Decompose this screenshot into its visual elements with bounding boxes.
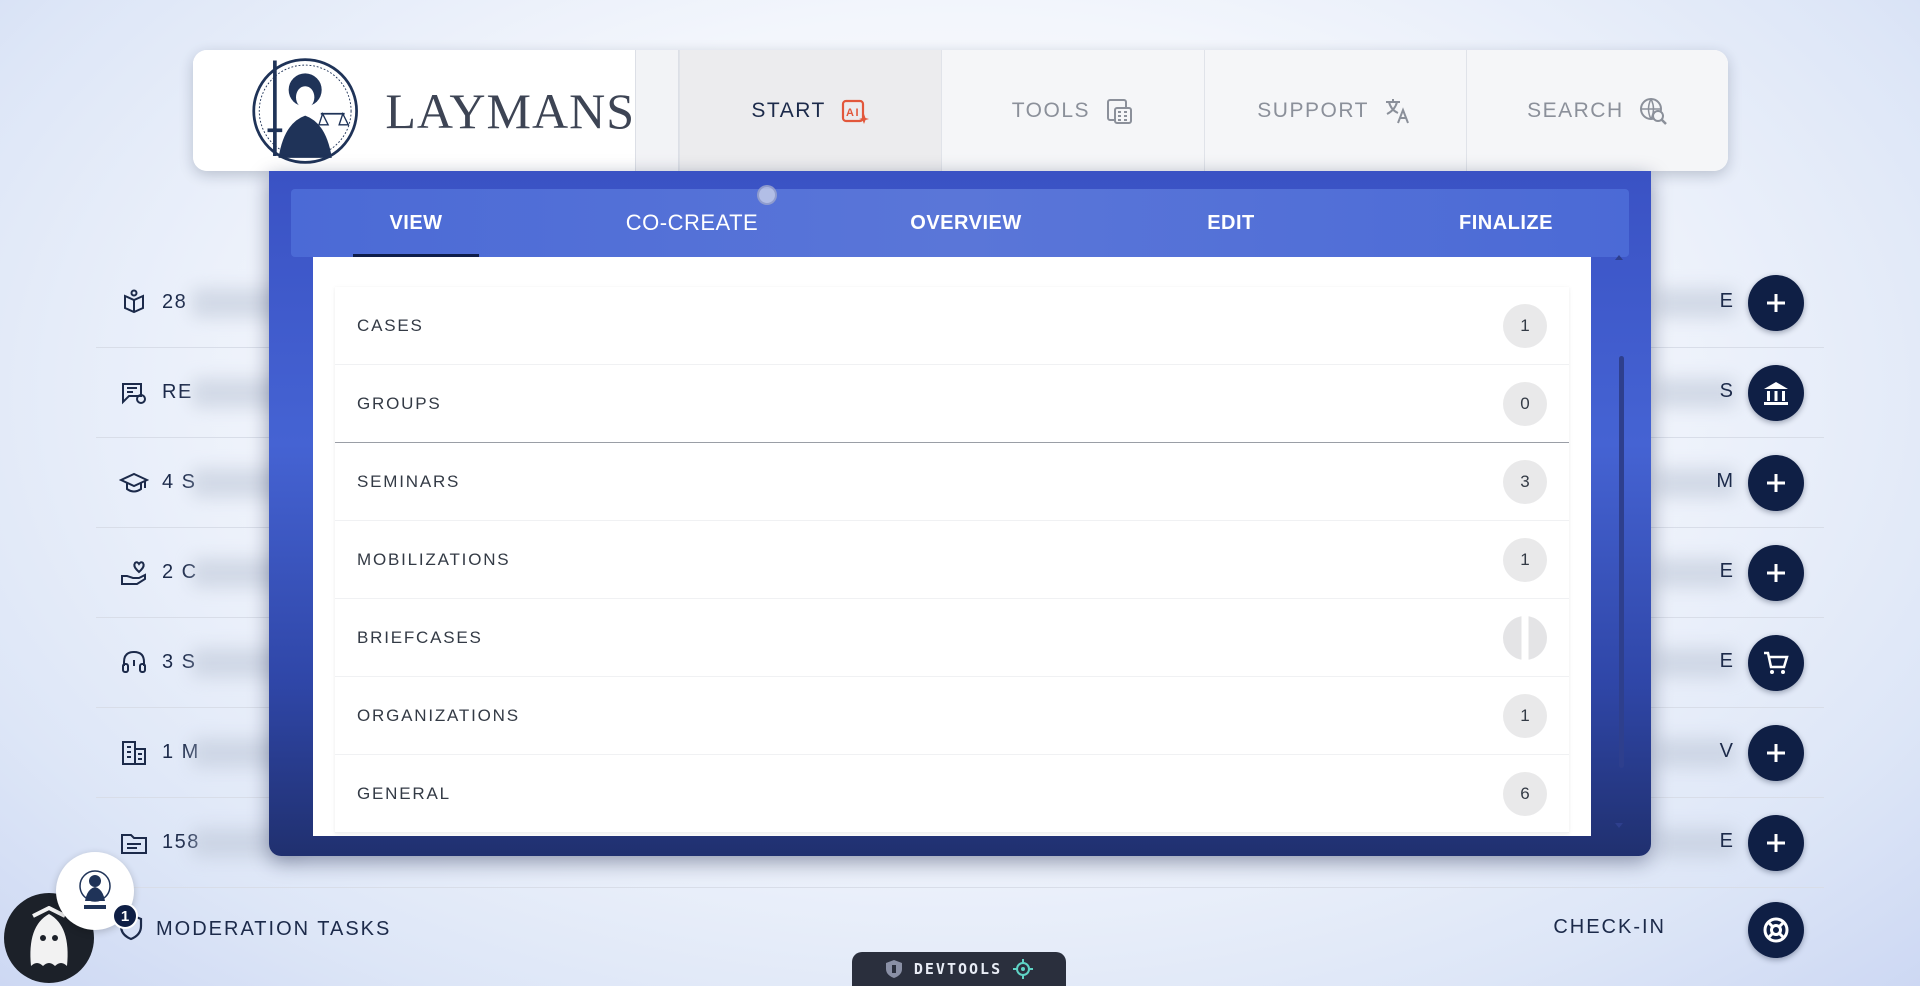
category-panel: CASES 1 GROUPS 0 SEMINARS 3 MOBILIZATIONS 1 BRIE…: [313, 257, 1591, 836]
scrollbar-up-arrow[interactable]: [1615, 255, 1623, 260]
svg-text:AI: AI: [846, 107, 860, 119]
tab-tools-label: TOOLS: [1011, 98, 1091, 122]
count-badge: 3: [1503, 459, 1547, 504]
category-label: BRIEFCASES: [357, 627, 483, 647]
category-item-general[interactable]: GENERAL 6: [335, 755, 1569, 833]
row-prefix-text: RE: [162, 381, 193, 403]
category-item-groups[interactable]: GROUPS 0: [335, 365, 1569, 443]
row-tail-text: E: [1719, 830, 1734, 852]
book-hand-icon: [116, 285, 152, 321]
nav-separator: [635, 50, 679, 171]
plus-icon: [1767, 834, 1785, 852]
count-badge: 1: [1503, 693, 1547, 738]
tab-overview[interactable]: OVERVIEW: [901, 189, 1031, 257]
notification-badge: 1: [112, 903, 138, 929]
row-tail-text: E: [1719, 290, 1734, 312]
certificate-icon: [116, 375, 152, 411]
row-tail-text: E: [1719, 650, 1734, 672]
devtools-label: DEVTOOLS: [913, 960, 1003, 978]
tab-co-create[interactable]: CO-CREATE: [617, 189, 767, 257]
count-badge: 1: [1503, 537, 1547, 582]
tab-finalize[interactable]: FINALIZE: [1441, 189, 1571, 257]
add-button[interactable]: [1748, 455, 1804, 511]
scrollbar-down-arrow[interactable]: [1615, 823, 1623, 828]
category-label: CASES: [357, 315, 424, 335]
category-label: MOBILIZATIONS: [357, 549, 511, 569]
lady-justice-mini-icon: [79, 870, 111, 909]
check-in-label: CHECK-IN: [1553, 916, 1666, 938]
category-item-briefcases[interactable]: BRIEFCASES: [335, 599, 1569, 677]
cart-button[interactable]: [1748, 635, 1804, 691]
calculator-icon: [1104, 96, 1134, 126]
view-modal: VIEW CO-CREATE OVERVIEW EDIT FINALIZE CA…: [269, 171, 1651, 856]
category-item-seminars[interactable]: SEMINARS 3: [335, 443, 1569, 521]
category-label: ORGANIZATIONS: [357, 705, 520, 725]
bank-icon: [1764, 382, 1788, 405]
count-badge: 1: [1503, 303, 1547, 348]
plus-icon: [1767, 474, 1785, 492]
graduation-cap-icon: [116, 465, 152, 501]
add-button[interactable]: [1748, 815, 1804, 871]
category-item-mobilizations[interactable]: MOBILIZATIONS 1: [335, 521, 1569, 599]
tab-start[interactable]: START AI: [679, 50, 942, 171]
cart-icon: [1764, 651, 1789, 674]
building-icon: [116, 735, 152, 771]
category-label: SEMINARS: [357, 471, 461, 491]
top-navigation: LAYMANS START AI TOOLS SUPPORT SEARCH: [193, 50, 1728, 171]
folder-icon: [116, 825, 152, 861]
tab-search[interactable]: SEARCH: [1465, 50, 1728, 171]
category-list: CASES 1 GROUPS 0 SEMINARS 3 MOBILIZATIONS 1 BRIE…: [335, 287, 1569, 833]
shield-logo-icon: [885, 960, 902, 978]
bank-button[interactable]: [1748, 365, 1804, 421]
row-tail-text: E: [1719, 560, 1734, 582]
plus-icon: [1767, 294, 1785, 312]
tab-view[interactable]: VIEW: [353, 189, 479, 257]
heart-hand-icon: [116, 555, 152, 591]
add-button[interactable]: [1748, 725, 1804, 781]
tab-search-label: SEARCH: [1527, 98, 1624, 122]
category-label: GENERAL: [357, 783, 451, 803]
row-tail-text: S: [1719, 380, 1734, 402]
add-button[interactable]: [1748, 275, 1804, 331]
headset-icon: [116, 645, 152, 681]
moderation-tasks-label: MODERATION TASKS: [156, 917, 392, 940]
row-tail-text: M: [1716, 470, 1734, 492]
category-label: GROUPS: [357, 393, 442, 413]
ai-sparkle-icon: AI: [840, 96, 870, 126]
modal-tabbar: VIEW CO-CREATE OVERVIEW EDIT FINALIZE: [291, 189, 1629, 257]
tab-tools[interactable]: TOOLS: [941, 50, 1204, 171]
plus-icon: [1767, 744, 1785, 762]
count-badge: 0: [1503, 381, 1547, 426]
count-loading-indicator: [1503, 615, 1547, 660]
tab-edit[interactable]: EDIT: [1191, 189, 1271, 257]
plus-icon: [1767, 564, 1785, 582]
scrollbar-thumb[interactable]: [1619, 356, 1624, 768]
lady-justice-logo-icon: [252, 57, 358, 164]
category-item-cases[interactable]: CASES 1: [335, 287, 1569, 365]
devtools-toggle[interactable]: DEVTOOLS: [852, 952, 1066, 986]
brand-name: LAYMANS: [385, 82, 635, 139]
lifebuoy-icon: [1763, 917, 1789, 943]
translate-icon: [1383, 96, 1413, 126]
check-in-button[interactable]: [1748, 902, 1804, 958]
search-globe-icon: [1638, 96, 1668, 126]
drag-handle[interactable]: [757, 185, 777, 205]
logo[interactable]: LAYMANS: [193, 50, 635, 171]
add-button[interactable]: [1748, 545, 1804, 601]
row-tail-text: V: [1719, 740, 1734, 762]
tab-support-label: SUPPORT: [1257, 98, 1369, 122]
crosshair-icon: [1013, 959, 1034, 979]
category-item-organizations[interactable]: ORGANIZATIONS 1: [335, 677, 1569, 755]
tab-start-label: START: [751, 98, 826, 122]
row-prefix-text: 28: [162, 291, 188, 313]
count-badge: 6: [1503, 771, 1547, 816]
tab-support[interactable]: SUPPORT: [1203, 50, 1466, 171]
